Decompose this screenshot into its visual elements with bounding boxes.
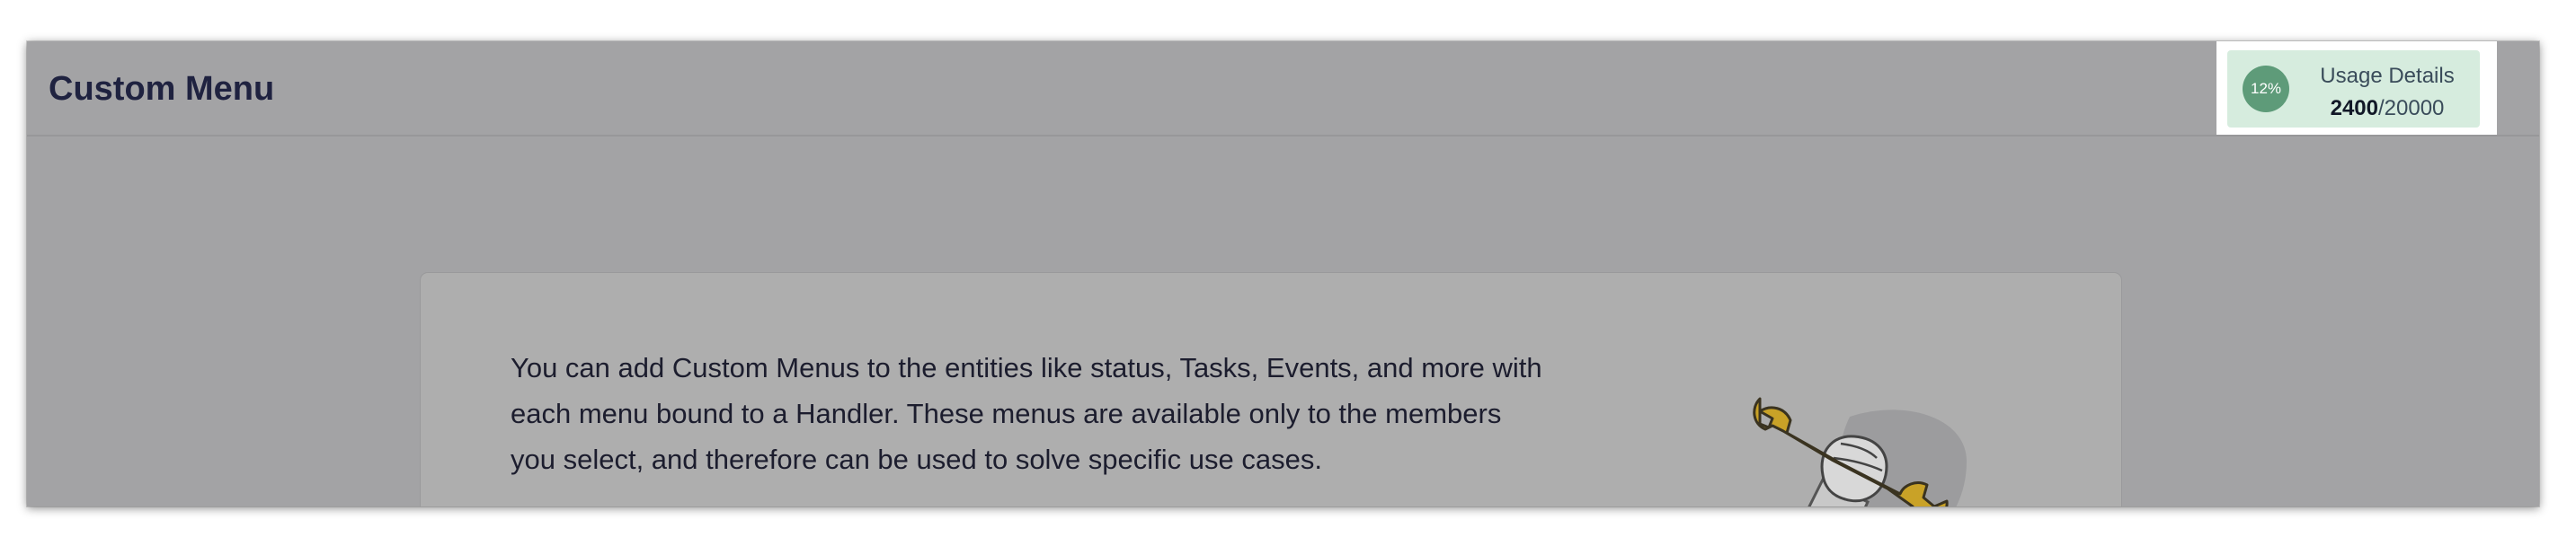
usage-limit-value: 20000 xyxy=(2384,96,2445,120)
usage-count: 2400/20000 xyxy=(2306,95,2468,122)
intro-description: You can add Custom Menus to the entities… xyxy=(511,352,1542,475)
usage-separator: / xyxy=(2377,96,2385,120)
usage-details-highlight: 12% Usage Details 2400/20000 xyxy=(2216,41,2497,135)
page-title: Custom Menu xyxy=(49,70,275,108)
page-header: Custom Menu 12% Usage Details 2400/20000 xyxy=(27,41,2539,136)
wrench-hand-illustration-icon xyxy=(1753,397,1967,506)
usage-percent-badge: 12% xyxy=(2243,66,2289,112)
intro-card: You can add Custom Menus to the entities… xyxy=(421,273,2121,506)
app-window: Custom Menu 12% Usage Details 2400/20000… xyxy=(27,41,2539,506)
usage-details-label: Usage Details xyxy=(2320,64,2455,88)
usage-details-card[interactable]: 12% Usage Details 2400/20000 xyxy=(2227,50,2480,128)
usage-used-value: 2400 xyxy=(2330,96,2378,120)
